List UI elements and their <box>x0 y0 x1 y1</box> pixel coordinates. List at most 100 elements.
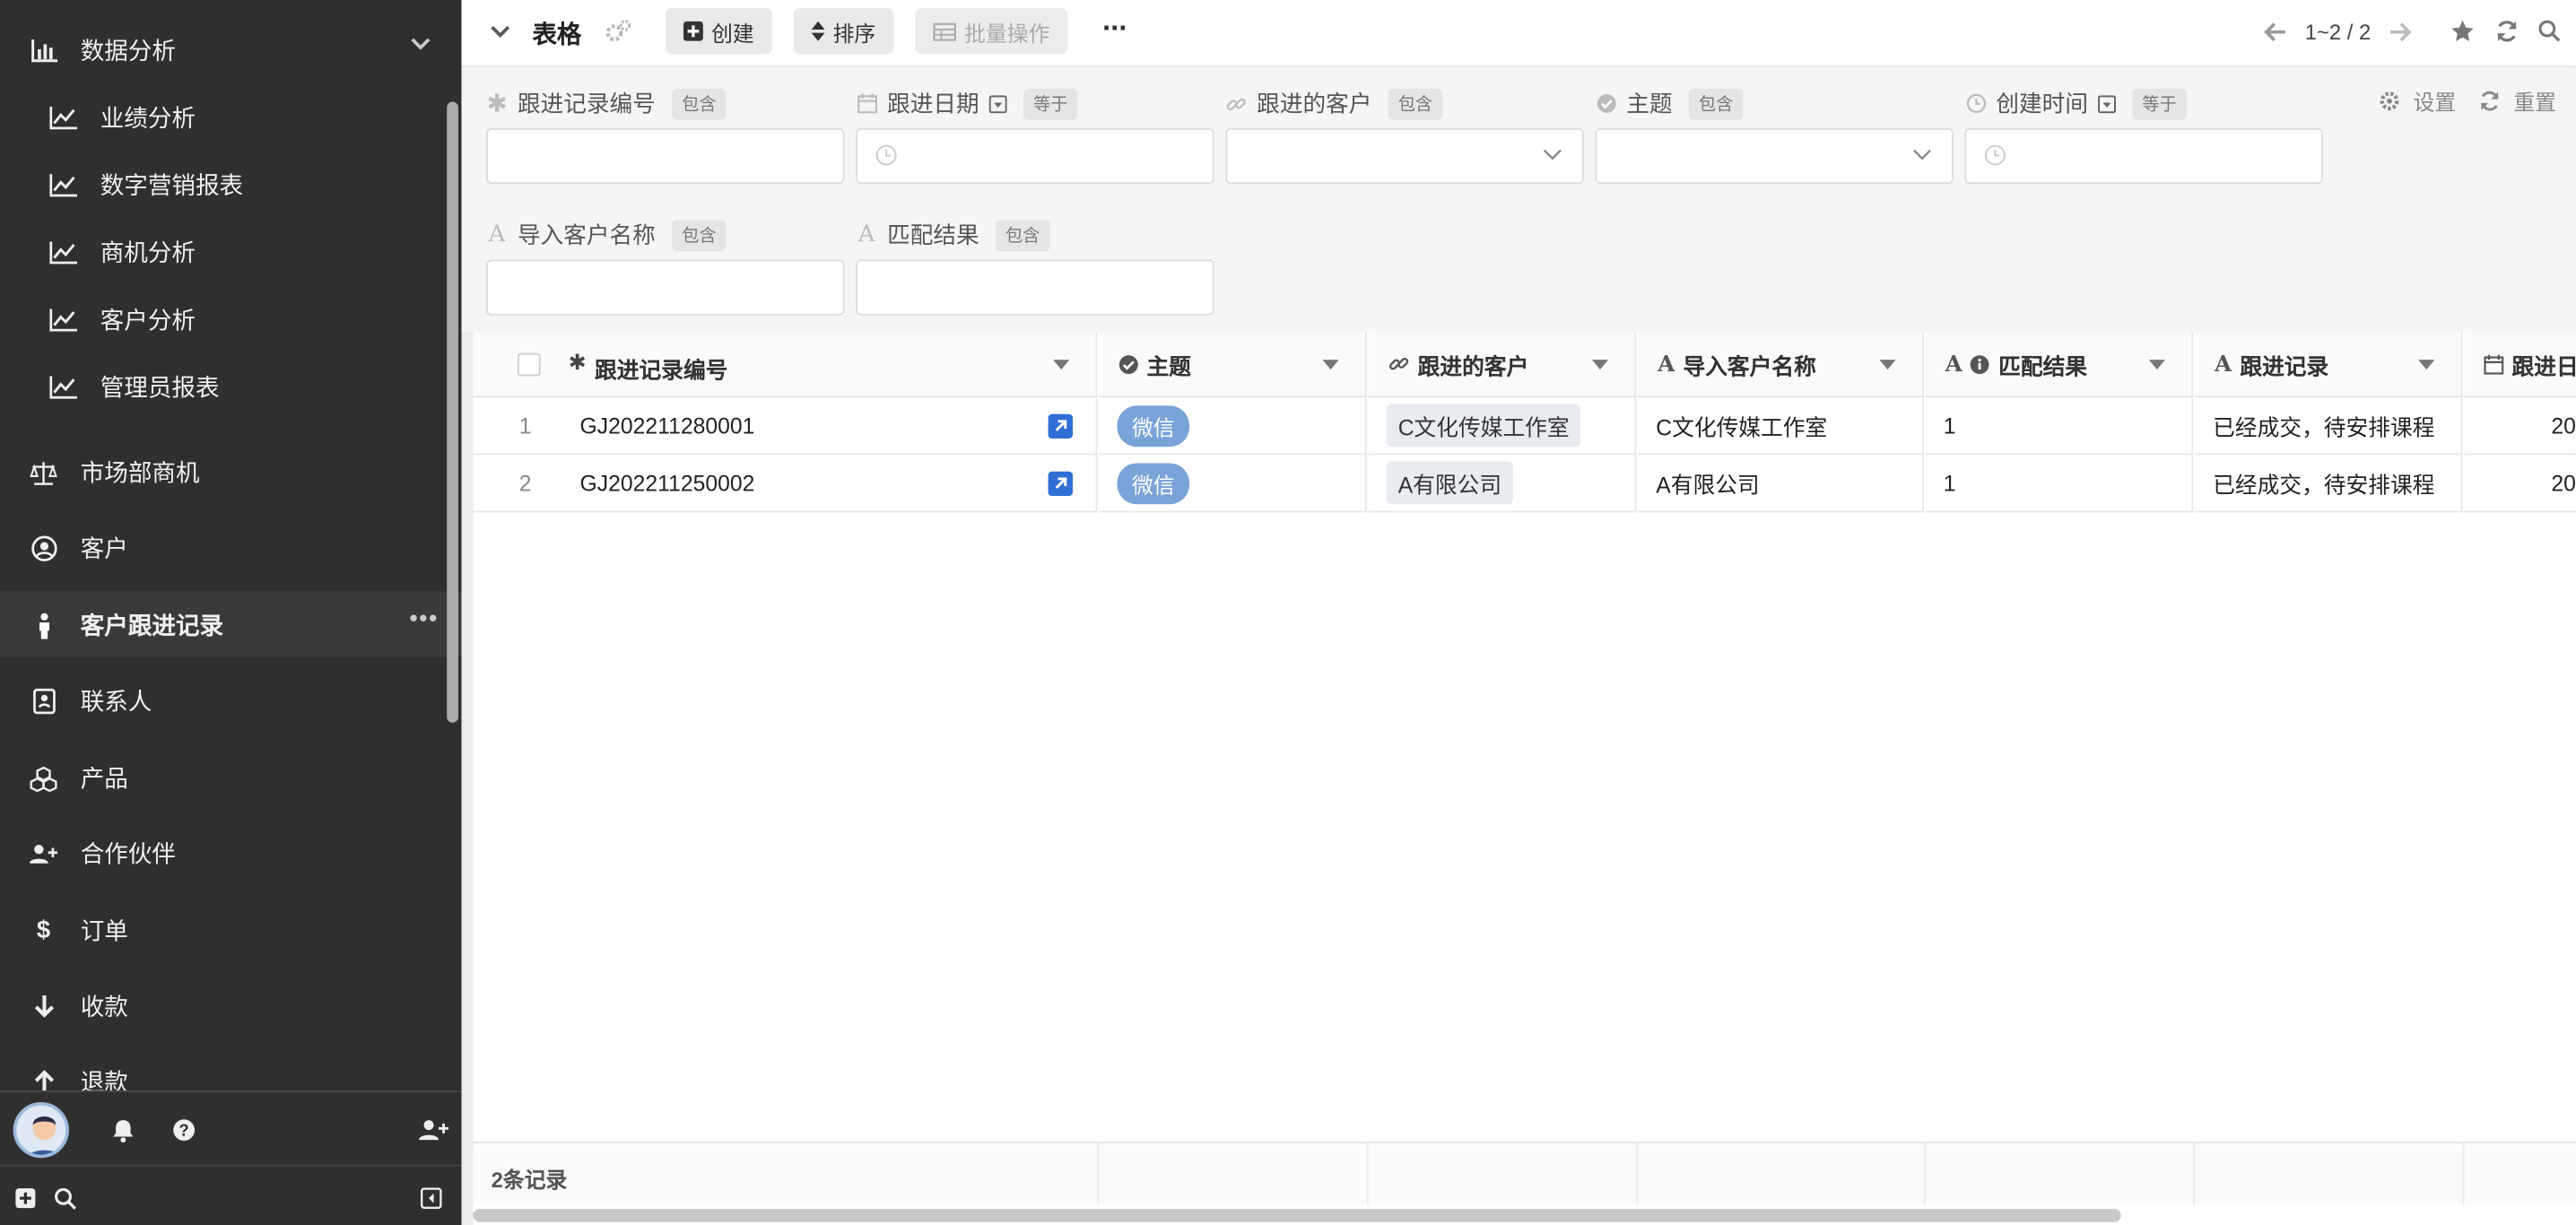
column-header-followup-date[interactable]: 跟进日 <box>2464 331 2576 398</box>
cell-followup-record[interactable]: 已经成交，待安排课程 <box>2195 455 2463 513</box>
customer-link-tag[interactable]: C文化传媒工作室 <box>1386 404 1581 447</box>
column-menu-caret-icon[interactable] <box>2418 360 2435 370</box>
sidebar-item-customer-analysis[interactable]: 客户分析 <box>0 286 462 352</box>
sidebar-item-digital-marketing-report[interactable]: 数字营销报表 <box>0 152 462 217</box>
column-header-followup-customer[interactable]: 跟进的客户 <box>1368 331 1637 398</box>
refresh-icon[interactable] <box>2495 20 2519 43</box>
bell-icon[interactable] <box>112 1118 135 1143</box>
sidebar-item-marketing-opportunity[interactable]: 市场部商机 <box>0 439 462 504</box>
column-header-followup-record[interactable]: A 跟进记录 <box>2195 331 2463 398</box>
filter-reset-button[interactable]: 重置 <box>2479 85 2556 117</box>
sidebar-scrollbar[interactable] <box>447 101 459 723</box>
column-menu-caret-icon[interactable] <box>1053 360 1070 370</box>
sidebar-item-opportunity-analysis[interactable]: 商机分析 <box>0 219 462 284</box>
column-menu-caret-icon[interactable] <box>1591 360 1609 370</box>
filter-field-name: 跟进日期 <box>887 90 979 117</box>
filter-input-import-name[interactable] <box>486 259 845 316</box>
column-menu-caret-icon[interactable] <box>1879 360 1896 370</box>
sidebar-item-performance-analysis[interactable]: 业绩分析 <box>0 83 462 149</box>
filter-settings-button[interactable]: 设置 <box>2379 85 2456 117</box>
batch-operation-button[interactable]: 批量操作 <box>915 8 1068 55</box>
filter-operator[interactable]: 等于 <box>2132 87 2187 119</box>
arrow-down-icon <box>30 992 57 1020</box>
filter-label-match-result: A 匹配结果 包含 <box>856 217 1050 253</box>
add-user-icon[interactable] <box>419 1118 449 1142</box>
add-square-icon[interactable] <box>14 1187 36 1209</box>
cell-followup-record[interactable]: 已经成交，待安排课程 <box>2195 397 2463 456</box>
table-row[interactable]: 2 GJ202211250002 <box>473 455 1098 513</box>
avatar[interactable] <box>13 1102 69 1159</box>
sidebar-item-orders[interactable]: $ 订单 <box>0 897 462 962</box>
cell-match-result[interactable]: 1 <box>1925 455 2194 513</box>
info-icon[interactable] <box>1971 354 1990 374</box>
footer-divider <box>2193 1142 2196 1206</box>
filter-input-match-result[interactable] <box>856 259 1214 316</box>
column-header-import-name[interactable]: A 导入客户名称 <box>1638 331 1924 398</box>
column-menu-caret-icon[interactable] <box>2148 360 2166 370</box>
filter-input-record-no[interactable] <box>486 127 845 185</box>
row-index: 1 <box>518 413 532 439</box>
sidebar-item-products[interactable]: 产品 <box>0 744 462 810</box>
range-toggle-icon[interactable] <box>988 94 1007 113</box>
filter-field-name: 创建时间 <box>1996 90 2088 117</box>
table-row[interactable]: 1 GJ202211280001 <box>473 397 1098 456</box>
sidebar-item-admin-report[interactable]: 管理员报表 <box>0 353 462 419</box>
customer-link-tag[interactable]: A有限公司 <box>1386 461 1513 505</box>
more-options-icon[interactable]: ••• <box>410 604 439 630</box>
prev-page-icon[interactable] <box>2264 22 2287 43</box>
horizontal-scrollbar[interactable] <box>473 1209 2121 1222</box>
view-settings-icon[interactable] <box>605 18 632 44</box>
table-left-edge <box>461 331 474 1225</box>
filter-operator[interactable]: 包含 <box>995 219 1050 251</box>
range-toggle-icon[interactable] <box>2098 94 2117 113</box>
open-record-icon[interactable] <box>1048 413 1074 439</box>
sidebar-item-customer-followup[interactable]: 客户跟进记录 ••• <box>0 591 462 657</box>
gear-icon <box>2379 91 2400 112</box>
cell-match-result[interactable]: 1 <box>1925 397 2194 456</box>
filter-field-name: 跟进的客户 <box>1257 90 1372 117</box>
filter-input-followup-date[interactable] <box>856 127 1214 185</box>
filter-operator[interactable]: 包含 <box>672 87 727 119</box>
filter-operator[interactable]: 包含 <box>672 219 727 251</box>
cell-topic[interactable]: 微信 <box>1099 455 1367 513</box>
cell-followup-customer[interactable]: A有限公司 <box>1368 455 1637 513</box>
open-record-icon[interactable] <box>1048 471 1074 497</box>
filter-input-created-time[interactable] <box>1964 127 2323 185</box>
filter-operator[interactable]: 等于 <box>1023 87 1078 119</box>
cell-import-name[interactable]: A有限公司 <box>1638 455 1924 513</box>
select-all-checkbox[interactable] <box>517 352 541 377</box>
sidebar-item-label: 市场部商机 <box>80 460 200 488</box>
create-button[interactable]: 创建 <box>665 8 772 55</box>
column-menu-caret-icon[interactable] <box>1322 360 1339 370</box>
sidebar-item-contacts[interactable]: 联系人 <box>0 667 462 733</box>
cell-topic[interactable]: 微信 <box>1099 397 1367 456</box>
cell-followup-customer[interactable]: C文化传媒工作室 <box>1368 397 1637 456</box>
data-table: ✱ 跟进记录编号 主题 跟进的客户 A 导入客户名称 A 匹配结果 A 跟进记录 <box>473 331 2576 1225</box>
record-count: 2条记录 <box>491 1168 568 1193</box>
next-page-icon[interactable] <box>2389 22 2412 43</box>
filter-select-topic[interactable] <box>1595 127 1954 185</box>
cell-followup-date[interactable]: 20 <box>2464 397 2576 456</box>
column-header-topic[interactable]: 主题 <box>1099 331 1367 398</box>
filter-label-import-name: A 导入客户名称 包含 <box>486 217 727 253</box>
search-icon[interactable] <box>2538 20 2562 43</box>
sidebar-item-receipts[interactable]: 收款 <box>0 972 462 1038</box>
sidebar-item-customer[interactable]: 客户 <box>0 514 462 579</box>
star-icon[interactable] <box>2451 20 2475 43</box>
collapse-sidebar-icon[interactable] <box>420 1187 442 1209</box>
sidebar-item-label: 管理员报表 <box>100 375 220 402</box>
filter-operator[interactable]: 包含 <box>1688 87 1744 119</box>
filter-select-followup-customer[interactable] <box>1225 127 1584 185</box>
search-icon[interactable] <box>54 1187 77 1211</box>
sidebar-item-partners[interactable]: 合作伙伴 <box>0 820 462 885</box>
filter-operator[interactable]: 包含 <box>1388 87 1443 119</box>
cell-followup-date[interactable]: 20 <box>2464 455 2576 513</box>
column-header-record-no[interactable]: ✱ 跟进记录编号 <box>473 331 1098 398</box>
help-icon[interactable]: ? <box>172 1118 196 1142</box>
sidebar-item-data-analysis[interactable]: 数据分析 <box>0 16 462 82</box>
column-header-match-result[interactable]: A 匹配结果 <box>1925 331 2194 398</box>
view-collapse-chevron-icon[interactable] <box>490 24 511 39</box>
more-actions-icon[interactable]: ··· <box>1102 12 1128 46</box>
sort-button[interactable]: 排序 <box>793 8 894 55</box>
cell-import-name[interactable]: C文化传媒工作室 <box>1638 397 1924 456</box>
